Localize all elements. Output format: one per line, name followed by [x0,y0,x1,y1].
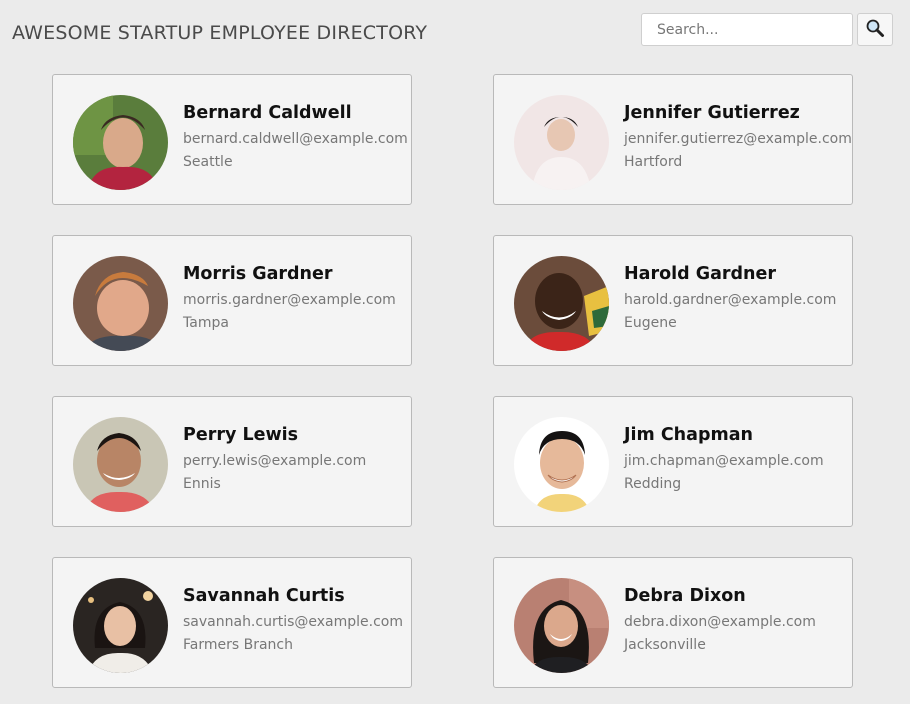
employee-email: savannah.curtis@example.com [183,614,403,630]
search-icon [865,18,885,42]
employee-card[interactable]: Debra Dixon debra.dixon@example.com Jack… [493,557,853,688]
employee-email: jennifer.gutierrez@example.com [624,131,852,147]
employee-city: Eugene [624,315,677,331]
employee-email: debra.dixon@example.com [624,614,816,630]
avatar [514,417,609,512]
employee-card[interactable]: Jim Chapman jim.chapman@example.com Redd… [493,396,853,527]
page-title: AWESOME STARTUP EMPLOYEE DIRECTORY [12,22,428,44]
employee-email: bernard.caldwell@example.com [183,131,408,147]
employee-name: Morris Gardner [183,264,333,284]
employee-email: harold.gardner@example.com [624,292,837,308]
employee-city: Seattle [183,154,233,170]
employee-email: morris.gardner@example.com [183,292,396,308]
employee-name: Harold Gardner [624,264,777,284]
employee-card[interactable]: Perry Lewis perry.lewis@example.com Enni… [52,396,412,527]
employee-card[interactable]: Bernard Caldwell bernard.caldwell@exampl… [52,74,412,205]
employee-city: Ennis [183,476,221,492]
employee-city: Tampa [183,315,229,331]
avatar [73,578,168,673]
employee-city: Jacksonville [624,637,706,653]
avatar [73,256,168,351]
employee-card[interactable]: Jennifer Gutierrez jennifer.gutierrez@ex… [493,74,853,205]
employee-name: Bernard Caldwell [183,103,352,123]
avatar [73,95,168,190]
avatar [73,417,168,512]
employee-email: jim.chapman@example.com [624,453,824,469]
employee-name: Perry Lewis [183,425,299,445]
employee-email: perry.lewis@example.com [183,453,367,469]
employee-name: Jennifer Gutierrez [624,103,800,123]
employee-name: Jim Chapman [624,425,753,445]
search-button[interactable] [857,13,893,46]
avatar [514,578,609,673]
avatar [514,95,609,190]
search-input[interactable] [641,13,853,46]
employee-card[interactable]: Harold Gardner harold.gardner@example.co… [493,235,853,366]
employee-card[interactable]: Savannah Curtis savannah.curtis@example.… [52,557,412,688]
employee-card[interactable]: Morris Gardner morris.gardner@example.co… [52,235,412,366]
employee-name: Savannah Curtis [183,586,345,606]
employee-city: Hartford [624,154,683,170]
employee-city: Redding [624,476,682,492]
employee-city: Farmers Branch [183,637,293,653]
employee-name: Debra Dixon [624,586,746,606]
avatar [514,256,609,351]
